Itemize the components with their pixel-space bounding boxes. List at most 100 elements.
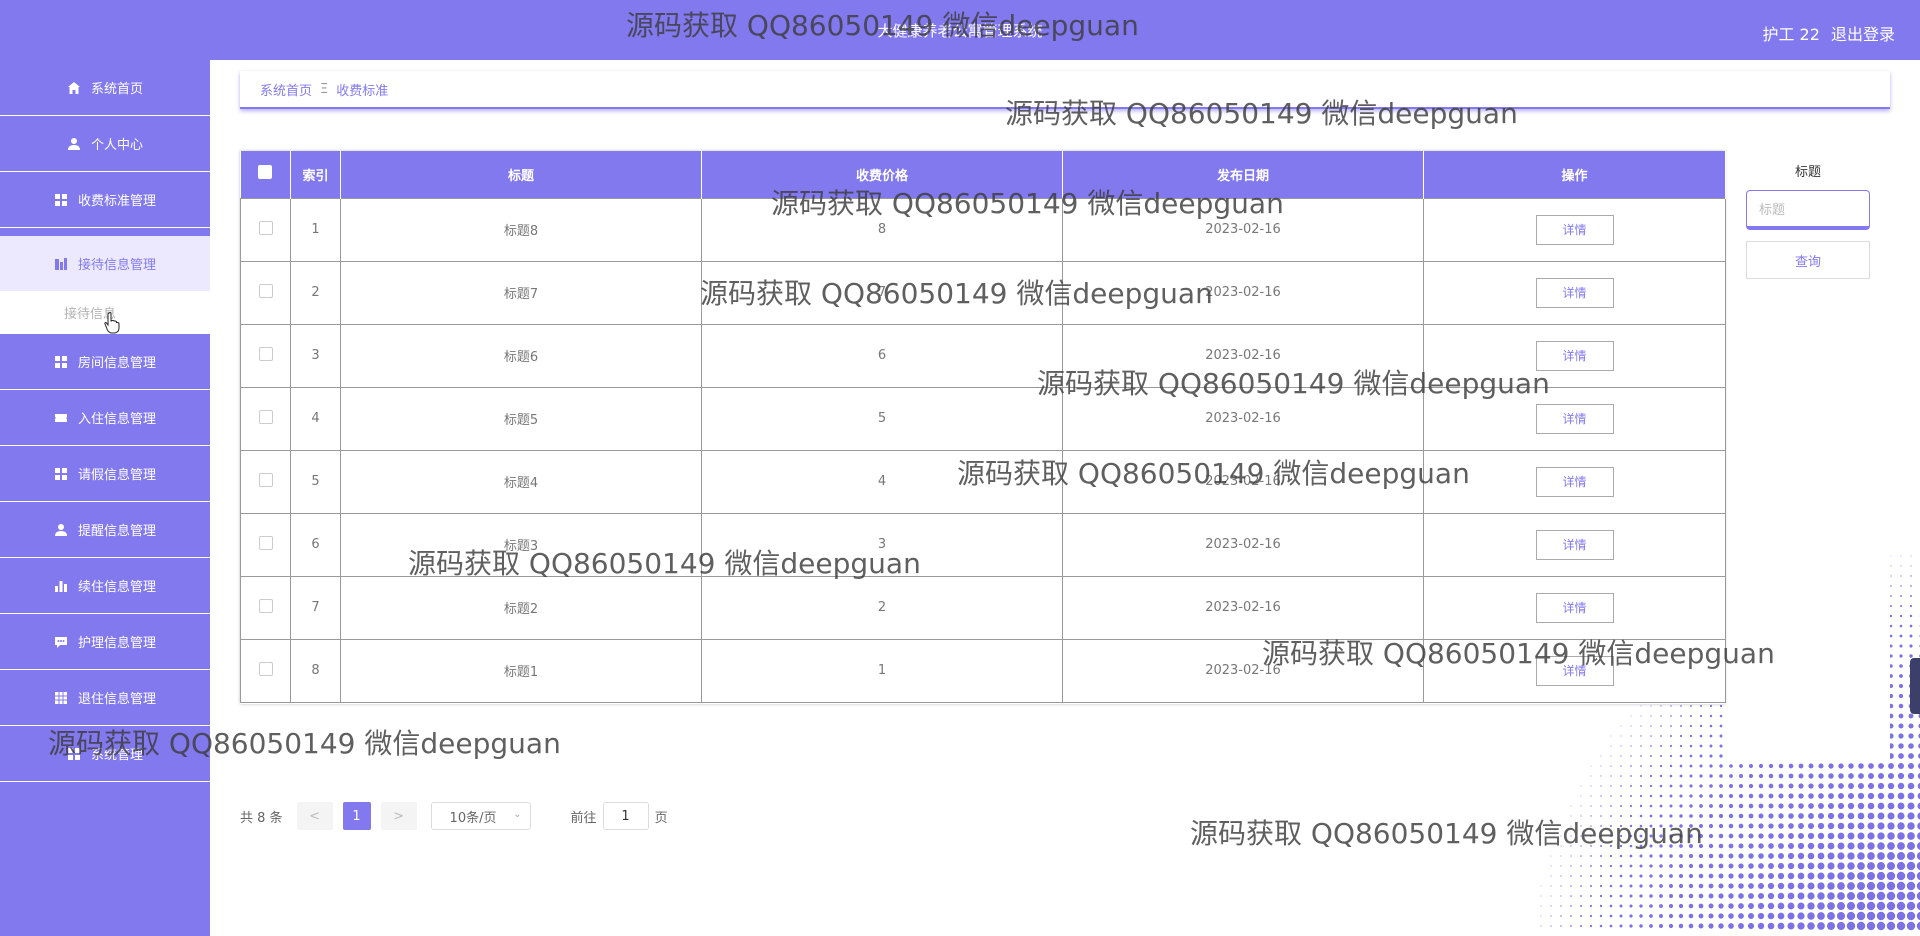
detail-button[interactable]: 详情 xyxy=(1535,214,1614,245)
goto-page-input[interactable]: 1 xyxy=(602,802,649,830)
decor-dot xyxy=(1768,763,1774,769)
decor-dot xyxy=(1899,634,1903,638)
decor-dot xyxy=(1709,794,1713,798)
row-checkbox[interactable] xyxy=(258,283,273,298)
decor-dot xyxy=(1678,883,1684,889)
row-checkbox[interactable] xyxy=(258,409,273,424)
decor-dot xyxy=(1827,832,1835,840)
page-number-button[interactable]: 1 xyxy=(342,802,371,830)
detail-button[interactable]: 详情 xyxy=(1535,340,1614,371)
select-all-checkbox[interactable] xyxy=(258,165,273,180)
decor-dot xyxy=(1708,843,1714,849)
detail-button[interactable]: 详情 xyxy=(1535,403,1614,434)
row-title: 标题3 xyxy=(340,512,702,577)
decor-dot xyxy=(1787,892,1795,900)
decor-dot xyxy=(1899,624,1903,628)
breadcrumb-home[interactable]: 系统首页 xyxy=(260,80,312,99)
decor-dot xyxy=(1808,813,1814,819)
decor-dot xyxy=(1898,703,1904,709)
decor-dot xyxy=(1767,892,1775,900)
decor-dot xyxy=(1629,794,1633,798)
decor-dot xyxy=(1659,814,1663,818)
sidebar-item-system[interactable]: 系统管理 xyxy=(0,726,210,782)
next-page-button[interactable]: > xyxy=(380,802,417,830)
decor-dot xyxy=(1897,812,1905,820)
decor-dot xyxy=(1709,784,1713,788)
decor-dot xyxy=(1540,905,1542,907)
row-checkbox[interactable] xyxy=(258,661,273,676)
detail-button[interactable]: 详情 xyxy=(1535,466,1614,497)
row-title: 标题1 xyxy=(340,638,702,703)
sidebar-item-renewal[interactable]: 续住信息管理 xyxy=(0,558,210,614)
row-select-cell[interactable] xyxy=(240,449,291,514)
row-select-cell[interactable] xyxy=(240,638,291,703)
decor-dot xyxy=(1678,873,1684,879)
sidebar-item-profile[interactable]: 个人中心 xyxy=(0,116,210,172)
decor-dot xyxy=(1640,745,1642,747)
row-select-cell[interactable] xyxy=(240,386,291,451)
sidebar-item-reminder[interactable]: 提醒信息管理 xyxy=(0,502,210,558)
search-input[interactable]: 标题 xyxy=(1746,190,1870,230)
sidebar-item-checkin[interactable]: 入住信息管理 xyxy=(0,390,210,446)
decor-dot xyxy=(1629,844,1633,848)
decor-dot xyxy=(1679,814,1683,818)
detail-button[interactable]: 详情 xyxy=(1535,277,1614,308)
detail-button[interactable]: 详情 xyxy=(1535,529,1614,560)
decor-dot xyxy=(1897,782,1905,790)
row-select-cell[interactable] xyxy=(240,323,291,388)
decor-dot xyxy=(1718,903,1724,909)
decor-dot xyxy=(1738,903,1744,909)
side-float-tab[interactable] xyxy=(1910,658,1920,714)
page-size-select[interactable]: 10条/页 ⌄ xyxy=(430,802,531,830)
decor-dot xyxy=(1639,794,1643,798)
sidebar: 系统首页 个人中心 收费标准管理 接待信息管理 接待信息 房间信息管理 入住信息… xyxy=(0,60,210,936)
system-title: 大健康养老公寓管理系统 xyxy=(877,22,1043,40)
decor-dot xyxy=(1857,862,1865,870)
decor-dot xyxy=(1788,833,1794,839)
decor-dot xyxy=(1649,774,1653,778)
sidebar-item-fee-standard[interactable]: 收费标准管理 xyxy=(0,172,210,228)
decor-dot xyxy=(1560,895,1562,897)
decor-dot xyxy=(1698,873,1704,879)
sidebar-item-home[interactable]: 系统首页 xyxy=(0,60,210,116)
decor-dot xyxy=(1908,713,1914,719)
row-checkbox[interactable] xyxy=(258,535,273,550)
decor-dot xyxy=(1857,872,1865,880)
sidebar-item-checkout[interactable]: 退住信息管理 xyxy=(0,670,210,726)
decor-dot xyxy=(1768,783,1774,789)
search-button[interactable]: 查询 xyxy=(1746,241,1870,279)
decor-dot xyxy=(1818,763,1824,769)
logout-link[interactable]: 退出登录 xyxy=(1831,25,1895,44)
row-select-cell[interactable] xyxy=(240,512,291,577)
decor-dot xyxy=(1728,863,1734,869)
prev-page-button[interactable]: < xyxy=(296,802,333,830)
row-select-cell[interactable] xyxy=(240,197,291,262)
decor-dot xyxy=(1910,575,1912,577)
row-select-cell[interactable] xyxy=(240,260,291,325)
sidebar-item-leave[interactable]: 请假信息管理 xyxy=(0,446,210,502)
row-price: 5 xyxy=(701,386,1063,451)
row-select-cell[interactable] xyxy=(240,575,291,640)
decor-dot xyxy=(1660,725,1662,727)
decor-dot xyxy=(1590,835,1592,837)
decor-dot xyxy=(1857,782,1865,790)
row-checkbox[interactable] xyxy=(258,598,273,613)
detail-button[interactable]: 详情 xyxy=(1535,592,1614,623)
decor-dot xyxy=(1817,822,1825,830)
decor-dot xyxy=(1610,765,1612,767)
sidebar-item-nursing[interactable]: 护理信息管理 xyxy=(0,614,210,670)
decor-dot xyxy=(1898,763,1904,769)
sidebar-item-label: 接待信息管理 xyxy=(77,258,156,273)
sidebar-item-reception[interactable]: 接待信息管理 xyxy=(0,236,210,292)
sidebar-item-room[interactable]: 房间信息管理 xyxy=(0,334,210,390)
decor-dot xyxy=(1807,832,1815,840)
row-action-cell: 详情 xyxy=(1423,260,1726,325)
row-checkbox[interactable] xyxy=(258,472,273,487)
detail-button[interactable]: 详情 xyxy=(1535,655,1614,686)
row-checkbox[interactable] xyxy=(258,346,273,361)
decor-dot xyxy=(1847,872,1855,880)
row-date: 2023-02-16 xyxy=(1062,197,1424,262)
row-checkbox[interactable] xyxy=(258,220,273,235)
select-all-header[interactable] xyxy=(240,151,291,198)
decor-dot xyxy=(1629,894,1633,898)
